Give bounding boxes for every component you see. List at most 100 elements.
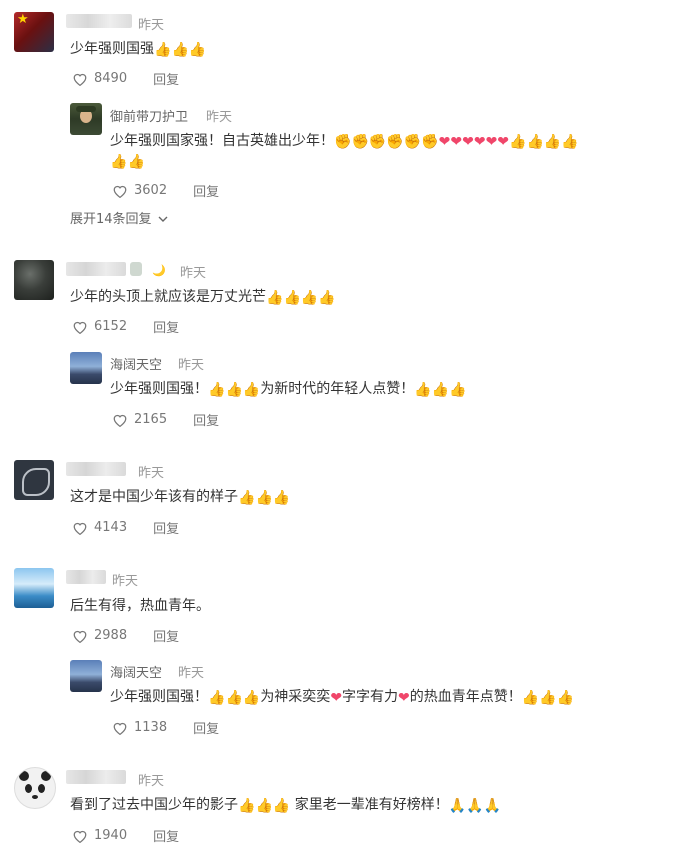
panda-eye xyxy=(38,784,45,793)
like-count: 1940 xyxy=(94,828,128,843)
heart-icon: ❤ xyxy=(330,690,343,706)
like-count: 1138 xyxy=(134,720,168,735)
heart-outline-icon xyxy=(73,321,87,334)
avatar[interactable] xyxy=(14,460,54,500)
like-button[interactable]: 1940 xyxy=(72,828,127,843)
reply-actions: 3602 回复 xyxy=(112,181,219,200)
timestamp: 昨天 xyxy=(206,110,233,125)
timestamp: 昨天 xyxy=(138,774,165,789)
username-blurred[interactable] xyxy=(66,14,132,28)
like-count: 4143 xyxy=(94,520,128,535)
username-blurred[interactable] xyxy=(66,262,126,276)
timestamp: 昨天 xyxy=(178,666,205,681)
heart-outline-icon xyxy=(113,722,127,735)
heart-icon: ❤ xyxy=(398,690,410,706)
thumbs-up-icon: 👍 xyxy=(272,798,291,814)
pray-icon: 🙏 xyxy=(483,798,502,814)
like-button[interactable]: 2988 xyxy=(72,628,127,643)
thumbs-up-icon: 👍 xyxy=(208,690,226,706)
thumbs-up-icon: 👍 xyxy=(300,290,319,306)
heart-outline-icon xyxy=(73,630,87,643)
username-blurred[interactable] xyxy=(66,462,126,476)
comment-actions: 2988 回复 xyxy=(72,626,179,645)
calligraphy-mark xyxy=(22,468,50,496)
thumbs-up-icon: 👍 xyxy=(561,134,579,150)
like-button[interactable]: 1138 xyxy=(112,720,167,735)
like-count: 2165 xyxy=(134,412,168,427)
thumbs-up-icon: 👍 xyxy=(225,382,243,398)
moon-icon: 🌙 xyxy=(152,264,166,277)
reply-text: 少年强则国强！👍👍👍为新时代的年轻人点赞！👍👍👍 xyxy=(110,381,467,398)
avatar[interactable]: ★ xyxy=(14,12,54,52)
reply-username[interactable]: 海阔天空 xyxy=(110,354,162,373)
timestamp: 昨天 xyxy=(112,574,139,589)
thumbs-up-icon: 👍 xyxy=(543,134,562,150)
panda-eye xyxy=(25,784,32,793)
avatar[interactable] xyxy=(14,568,54,608)
reply-button[interactable]: 回复 xyxy=(153,69,179,88)
comment-text: 这才是中国少年该有的样子👍👍👍 xyxy=(70,489,291,506)
comment-text: 少年强则国强👍👍👍 xyxy=(70,41,207,58)
heart-icon: ❤ xyxy=(450,134,463,150)
heart-outline-icon xyxy=(73,830,87,843)
reply-actions: 1138 回复 xyxy=(112,718,219,737)
like-button[interactable]: 2165 xyxy=(112,412,167,427)
timestamp: 昨天 xyxy=(138,18,165,33)
reply-button[interactable]: 回复 xyxy=(193,718,219,737)
thumbs-up-icon: 👍 xyxy=(539,690,557,706)
username-blurred[interactable] xyxy=(66,570,106,584)
fist-icon: ✊ xyxy=(386,134,404,150)
avatar[interactable] xyxy=(70,103,102,135)
comment-actions: 8490 回复 xyxy=(72,69,179,88)
fist-icon: ✊ xyxy=(421,134,439,150)
reply-text-line2: 👍👍 xyxy=(110,150,145,172)
heart-icon: ❤ xyxy=(485,134,498,150)
thumbs-up-icon: 👍 xyxy=(449,382,467,398)
reply-button[interactable]: 回复 xyxy=(153,626,179,645)
star-icon: ★ xyxy=(17,12,29,27)
thumbs-up-icon: 👍 xyxy=(110,154,128,170)
like-count: 2988 xyxy=(94,628,128,643)
reply-username[interactable]: 御前带刀护卫 xyxy=(110,106,188,125)
fist-icon: ✊ xyxy=(368,134,387,150)
heart-outline-icon xyxy=(73,73,87,86)
reply-button[interactable]: 回复 xyxy=(153,317,179,336)
reply-button[interactable]: 回复 xyxy=(193,410,219,429)
thumbs-up-icon: 👍 xyxy=(521,690,540,706)
reply-button[interactable]: 回复 xyxy=(153,518,179,537)
avatar[interactable] xyxy=(70,352,102,384)
like-count: 3602 xyxy=(134,183,168,198)
like-button[interactable]: 8490 xyxy=(72,71,127,86)
heart-outline-icon xyxy=(113,185,127,198)
reply-button[interactable]: 回复 xyxy=(153,826,179,845)
heart-outline-icon xyxy=(73,522,87,535)
panda-ear xyxy=(41,771,51,781)
comment-text: 少年的头顶上就应该是万丈光芒👍👍👍👍 xyxy=(70,289,336,306)
reply-text: 少年强则国家强！自古英雄出少年！✊✊✊✊✊✊❤❤❤❤❤❤👍👍👍👍 xyxy=(110,133,579,150)
like-button[interactable]: 6152 xyxy=(72,319,127,334)
chevron-down-icon xyxy=(158,216,168,222)
avatar[interactable] xyxy=(14,260,54,300)
username-blurred[interactable] xyxy=(66,770,126,784)
avatar[interactable] xyxy=(70,660,102,692)
reply-username[interactable]: 海阔天空 xyxy=(110,662,162,681)
fist-icon: ✊ xyxy=(351,134,369,150)
thumbs-up-icon: 👍 xyxy=(431,382,450,398)
like-count: 6152 xyxy=(94,319,128,334)
reply-actions: 2165 回复 xyxy=(112,410,219,429)
thumbs-up-icon: 👍 xyxy=(266,290,284,306)
expand-replies-link[interactable]: 展开14条回复 xyxy=(70,208,168,227)
thumbs-up-icon: 👍 xyxy=(283,290,301,306)
thumbs-up-icon: 👍 xyxy=(171,42,189,58)
thumbs-up-icon: 👍 xyxy=(556,690,575,706)
fist-icon: ✊ xyxy=(334,134,352,150)
panda-nose xyxy=(32,795,38,799)
reply-button[interactable]: 回复 xyxy=(193,181,219,200)
like-button[interactable]: 3602 xyxy=(112,183,167,198)
avatar[interactable] xyxy=(14,767,56,809)
thumbs-up-icon: 👍 xyxy=(238,490,256,506)
like-button[interactable]: 4143 xyxy=(72,520,127,535)
thumbs-up-icon: 👍 xyxy=(242,690,261,706)
heart-icon: ❤ xyxy=(462,134,474,150)
badge-icon xyxy=(130,262,142,276)
